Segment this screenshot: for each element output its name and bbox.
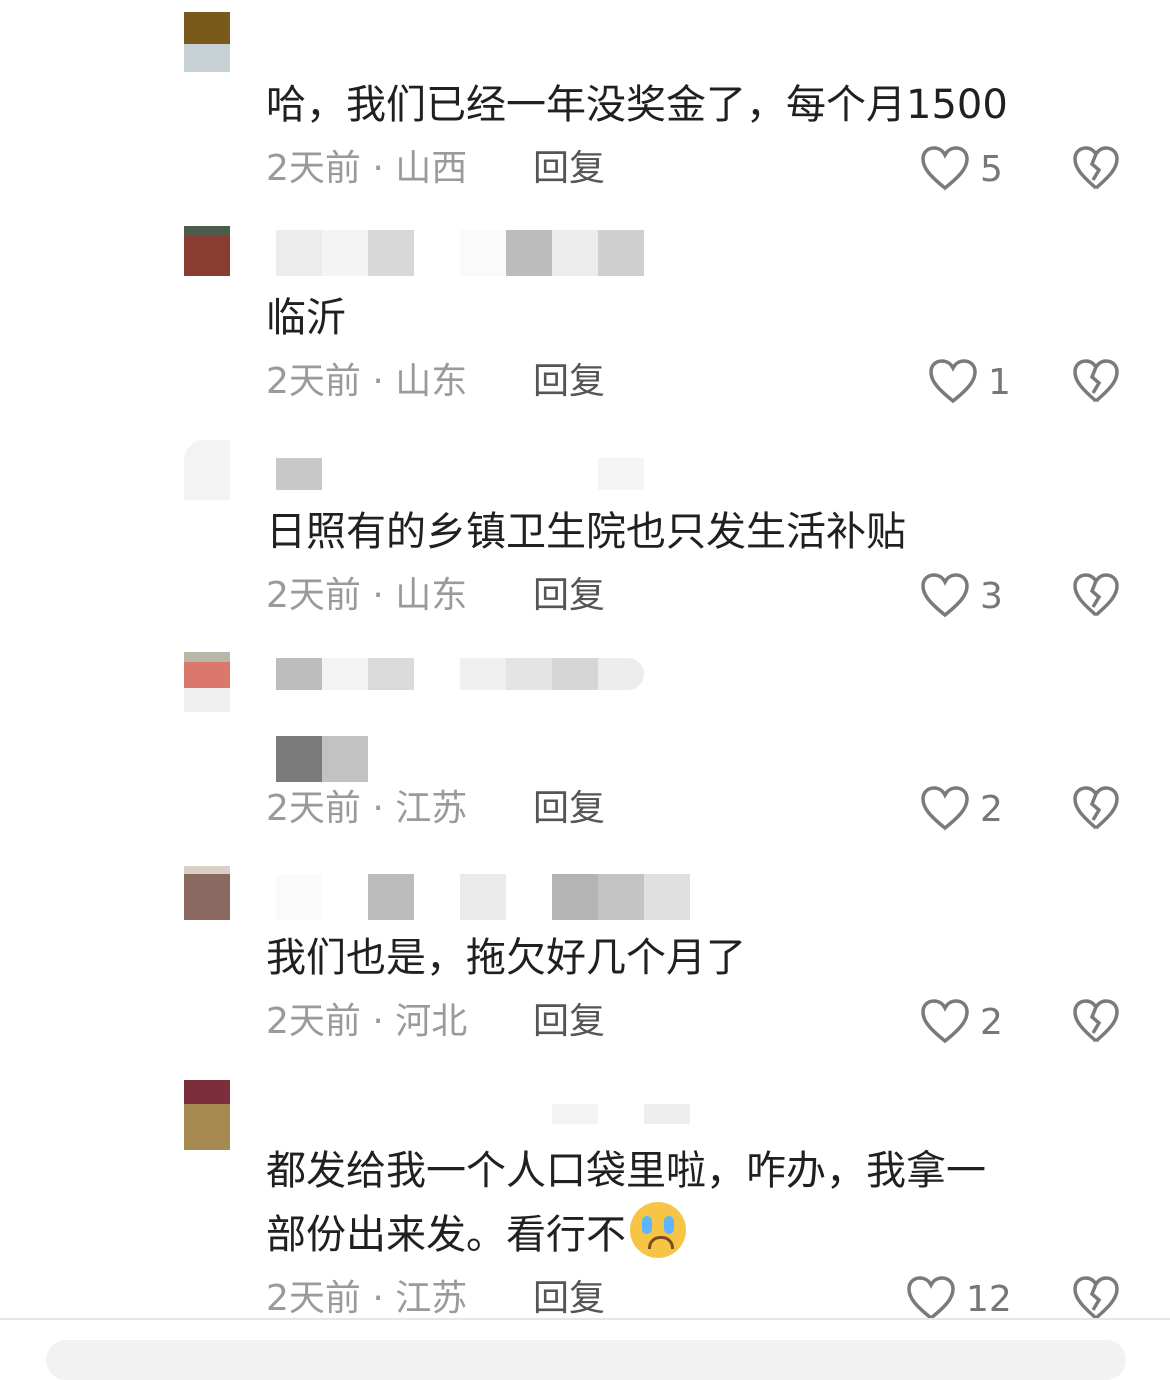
like-count: 12 xyxy=(966,1278,1012,1320)
comment-text: 部份出来发。看行不 xyxy=(266,1212,626,1258)
meta-separator: · xyxy=(360,788,396,829)
username-redacted xyxy=(276,230,644,276)
comment-meta: 2天前 · 山东 xyxy=(266,357,467,407)
comment-meta: 2天前 · 山东 xyxy=(266,571,467,621)
reply-button[interactable]: 回复 xyxy=(533,784,605,834)
avatar[interactable] xyxy=(184,652,230,712)
like-count: 3 xyxy=(980,575,1003,617)
divider xyxy=(0,1318,1170,1320)
comment-time: 2天前 xyxy=(266,1278,361,1319)
meta-separator: · xyxy=(360,1001,396,1042)
broken-heart-icon xyxy=(1073,1276,1119,1320)
like-count: 1 xyxy=(988,361,1011,403)
comment-time: 2天前 xyxy=(266,1001,361,1042)
comment-location: 山西 xyxy=(395,148,468,189)
heart-outline-icon xyxy=(921,573,969,618)
username-redacted xyxy=(276,658,644,690)
comment-meta: 2天前 · 江苏 xyxy=(266,1274,467,1324)
heart-outline-icon xyxy=(921,999,969,1044)
broken-heart-icon xyxy=(1073,786,1119,830)
dislike-button[interactable] xyxy=(1072,571,1120,621)
comment-text: 临沂 xyxy=(266,295,346,341)
comment-location: 山东 xyxy=(395,361,468,402)
comment-time: 2天前 xyxy=(266,361,361,402)
comment-input-bar[interactable] xyxy=(46,1340,1126,1380)
comment-text: 日照有的乡镇卫生院也只发生活补贴 xyxy=(266,509,906,555)
broken-heart-icon xyxy=(1073,146,1119,190)
comment-location: 江苏 xyxy=(395,788,468,829)
broken-heart-icon xyxy=(1073,359,1119,403)
dislike-button[interactable] xyxy=(1072,144,1120,194)
dislike-button[interactable] xyxy=(1072,357,1120,407)
dislike-button[interactable] xyxy=(1072,784,1120,834)
like-count: 2 xyxy=(980,1001,1003,1043)
heart-outline-icon xyxy=(907,1276,955,1321)
comment-location: 山东 xyxy=(395,575,468,616)
comment-location: 江苏 xyxy=(395,1278,468,1319)
comment-text: 都发给我一个人口袋里啦，咋办，我拿一 xyxy=(266,1148,986,1194)
comment-meta: 2天前 · 河北 xyxy=(266,997,467,1047)
comment-meta: 2天前 · 江苏 xyxy=(266,784,467,834)
comment-location: 河北 xyxy=(395,1001,468,1042)
like-button[interactable]: 5 xyxy=(920,144,1003,194)
like-button[interactable]: 3 xyxy=(920,571,1003,621)
comment-text-redacted xyxy=(276,736,368,782)
comment-meta: 2天前 · 山西 xyxy=(266,144,467,194)
avatar[interactable] xyxy=(184,440,230,500)
reply-button[interactable]: 回复 xyxy=(533,357,605,407)
meta-separator: · xyxy=(360,575,396,616)
comment-time: 2天前 xyxy=(266,788,361,829)
username-redacted xyxy=(276,874,690,920)
heart-outline-icon xyxy=(921,786,969,831)
broken-heart-icon xyxy=(1073,999,1119,1043)
reply-button[interactable]: 回复 xyxy=(533,1274,605,1324)
dislike-button[interactable] xyxy=(1072,997,1120,1047)
comment-time: 2天前 xyxy=(266,575,361,616)
comment-time: 2天前 xyxy=(266,148,361,189)
avatar[interactable] xyxy=(184,866,230,920)
like-button[interactable]: 2 xyxy=(920,997,1003,1047)
meta-separator: · xyxy=(360,361,396,402)
heart-outline-icon xyxy=(921,146,969,191)
like-count: 5 xyxy=(980,148,1003,190)
avatar[interactable] xyxy=(184,12,230,72)
reply-button[interactable]: 回复 xyxy=(533,144,605,194)
avatar[interactable] xyxy=(184,1080,230,1150)
loudly-crying-face-icon xyxy=(630,1202,686,1258)
reply-button[interactable]: 回复 xyxy=(533,997,605,1047)
broken-heart-icon xyxy=(1073,573,1119,617)
comment-text: 我们也是，拖欠好几个月了 xyxy=(266,935,746,981)
like-count: 2 xyxy=(980,788,1003,830)
comment-text: 哈，我们已经一年没奖金了，每个月1500 xyxy=(266,82,1008,128)
like-button[interactable]: 1 xyxy=(928,357,1011,407)
meta-separator: · xyxy=(360,148,396,189)
meta-separator: · xyxy=(360,1278,396,1319)
heart-outline-icon xyxy=(929,359,977,404)
username-redacted xyxy=(276,458,644,490)
like-button[interactable]: 2 xyxy=(920,784,1003,834)
like-button[interactable]: 12 xyxy=(906,1274,1012,1324)
dislike-button[interactable] xyxy=(1072,1274,1120,1324)
avatar[interactable] xyxy=(184,226,230,276)
reply-button[interactable]: 回复 xyxy=(533,571,605,621)
comment-text-line-2: 部份出来发。看行不 xyxy=(266,1202,686,1264)
username-redacted xyxy=(552,1104,690,1124)
